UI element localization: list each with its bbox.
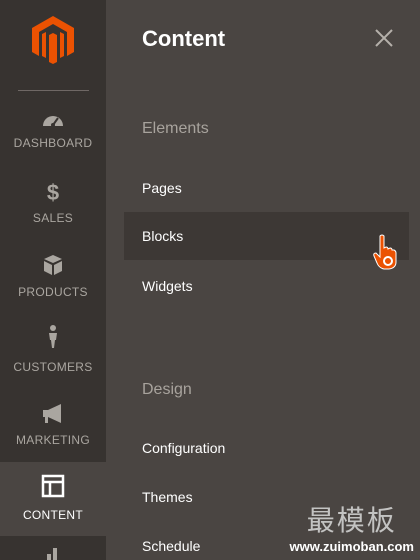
nav-label-sales: SALES [32, 211, 74, 225]
nav-item-customers[interactable]: CUSTOMERS [0, 322, 106, 396]
nav-item-dashboard[interactable]: DASHBOARD [0, 100, 106, 174]
nav-label-customers: CUSTOMERS [13, 360, 93, 374]
menu-item-configuration[interactable]: Configuration [124, 424, 409, 472]
section-title-elements: Elements [142, 120, 209, 137]
svg-text:$: $ [47, 180, 59, 203]
watermark-url: www.zuimoban.com [289, 539, 414, 554]
nav-label-products: PRODUCTS [18, 285, 88, 299]
menu-item-blocks[interactable]: Blocks [124, 212, 409, 260]
nav-item-marketing[interactable]: MARKETING [0, 396, 106, 470]
box-icon [44, 255, 62, 275]
magento-logo-icon[interactable] [32, 16, 74, 64]
pointer-hand-cursor-icon [373, 234, 397, 270]
nav-item-content[interactable]: CONTENT [0, 462, 106, 536]
megaphone-icon [43, 404, 61, 423]
dollar-icon: $ [47, 180, 59, 203]
layout-icon [41, 474, 65, 498]
nav-label-content: CONTENT [22, 508, 84, 522]
section-title-design: Design [142, 381, 192, 398]
nav-label-marketing: MARKETING [15, 433, 91, 447]
nav-item-products[interactable]: PRODUCTS [0, 248, 106, 322]
person-icon [49, 325, 57, 348]
content-menu-panel: Content Elements Pages Blocks Widgets De… [106, 0, 420, 560]
nav-label-dashboard: DASHBOARD [13, 136, 93, 150]
dashboard-gauge-icon [43, 116, 63, 127]
admin-sidebar: DASHBOARD $ SALES PRODUCTS CUSTOMERS MAR… [0, 0, 106, 560]
close-icon[interactable] [372, 26, 396, 50]
logo-divider [18, 90, 89, 91]
nav-item-sales[interactable]: $ SALES [0, 174, 106, 248]
watermark: 最模板 www.zuimoban.com [290, 499, 414, 554]
panel-title: Content [142, 26, 226, 51]
menu-item-widgets[interactable]: Widgets [124, 262, 409, 310]
menu-item-pages[interactable]: Pages [124, 164, 409, 212]
reports-bar-icon [47, 548, 57, 560]
watermark-brand: 最模板 [306, 504, 397, 537]
